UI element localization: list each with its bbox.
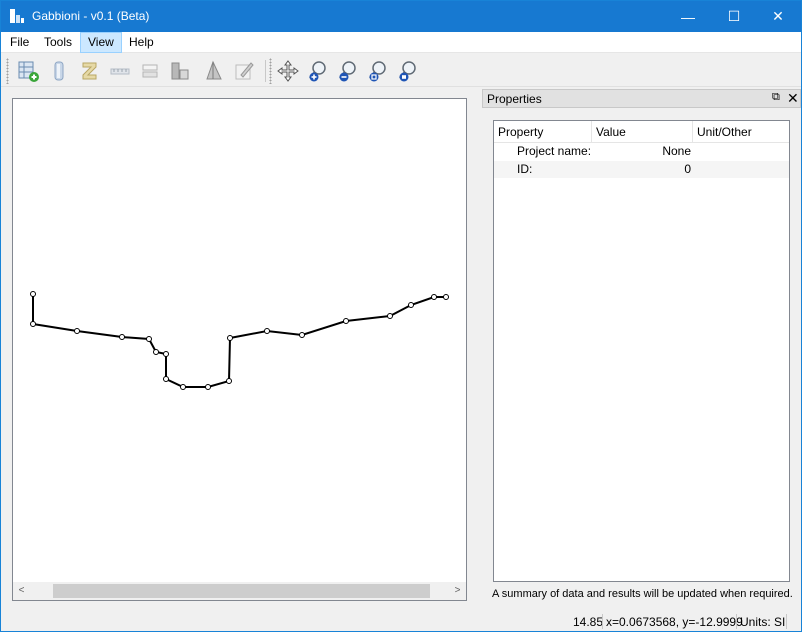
toolbar-grip[interactable] [6,58,9,84]
property-value[interactable]: None [592,143,691,160]
draw-icon[interactable] [230,57,258,85]
menu-bar: File Tools View Help [1,32,801,53]
table-header: Property Value Unit/Other [494,121,789,143]
close-button[interactable]: ✕ [755,1,801,32]
angle-icon[interactable] [200,57,228,85]
status-units: Units: SI [740,615,786,629]
toolbar-separator [265,60,266,82]
column-header-property[interactable]: Property [494,121,592,143]
table-row[interactable]: Project name: None [494,143,789,160]
scroll-left-icon[interactable]: < [13,582,30,600]
window-title: Gabbioni - v0.1 (Beta) [32,9,150,23]
maximize-button[interactable]: ☐ [711,1,757,32]
status-bar: 14.85 x=0.0673568, y=-12.9999 Units: SI [1,611,801,631]
property-name: ID: [517,162,533,176]
float-icon[interactable]: ⧉ [772,91,784,105]
horizontal-scrollbar[interactable]: < > [13,582,466,600]
properties-title: Properties [487,92,542,106]
column-header-unit[interactable]: Unit/Other [693,121,789,143]
zoom-fit-icon[interactable] [364,57,392,85]
status-scale: 14.85 [573,615,604,629]
drawing-canvas[interactable] [13,99,466,581]
properties-dock-header: Properties ⧉ ✕ [482,89,801,108]
toolbar [1,54,801,87]
zoom-reset-icon[interactable] [394,57,422,85]
dimension-icon[interactable] [106,57,134,85]
scale-icon[interactable] [76,57,104,85]
scroll-right-icon[interactable]: > [449,582,466,600]
bar-icon[interactable] [136,57,164,85]
drawing-canvas-frame: < > [12,98,467,601]
title-bar: Gabbioni - v0.1 (Beta) — ☐ ✕ [1,1,801,32]
summary-text: A summary of data and results will be up… [492,588,793,600]
menu-tools[interactable]: Tools [37,32,79,53]
menu-help[interactable]: Help [122,32,161,53]
pan-icon[interactable] [274,57,302,85]
status-coordinates: x=0.0673568, y=-12.9999 [606,615,743,629]
scrollbar-thumb[interactable] [53,584,430,598]
table-row[interactable]: ID: 0 [494,161,789,178]
app-window: Gabbioni - v0.1 (Beta) — ☐ ✕ File Tools … [0,0,802,632]
layer-icon[interactable] [46,57,74,85]
dock-close-icon[interactable]: ✕ [787,90,799,106]
menu-file[interactable]: File [3,32,36,53]
menu-view[interactable]: View [80,32,122,53]
profile-nodes[interactable] [30,291,449,390]
profile-polyline [32,294,446,388]
property-name: Project name: [517,144,592,158]
zoom-out-icon[interactable] [334,57,362,85]
property-value[interactable]: 0 [592,161,691,178]
app-logo-icon [10,9,24,23]
column-icon[interactable] [166,57,194,85]
minimize-button[interactable]: — [665,1,711,32]
status-divider [786,614,787,629]
add-section-icon[interactable] [14,57,42,85]
toolbar-grip-2[interactable] [269,58,272,84]
properties-table: Property Value Unit/Other Project name: … [493,120,790,582]
zoom-in-icon[interactable] [304,57,332,85]
column-header-value[interactable]: Value [592,121,693,143]
